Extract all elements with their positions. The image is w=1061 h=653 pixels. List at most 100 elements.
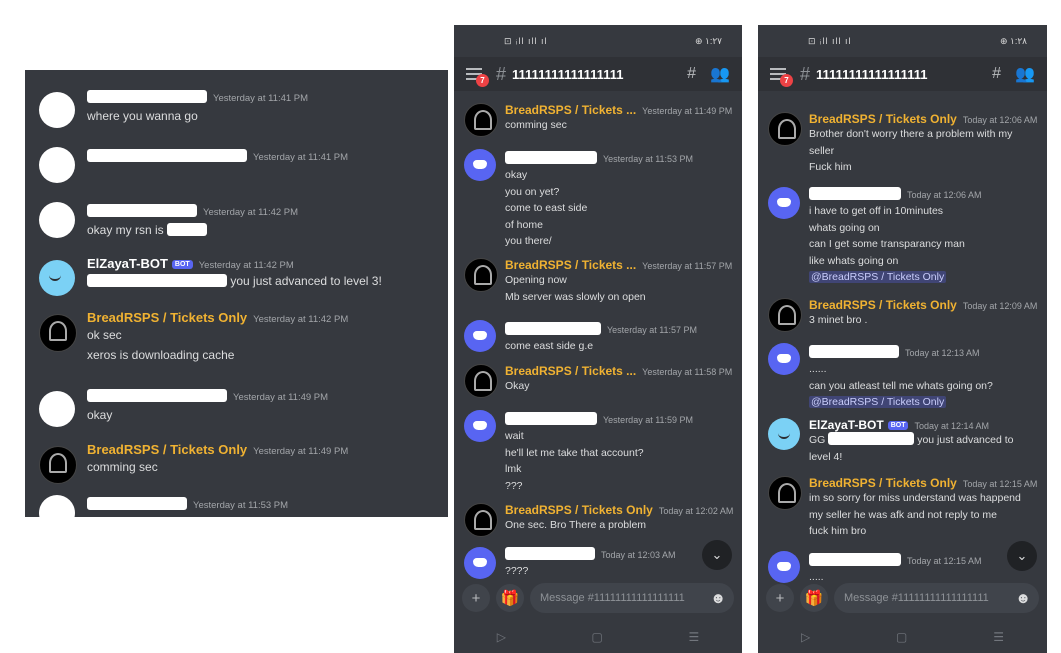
channel-name: 11111111111111111 (512, 66, 624, 82)
author-name[interactable]: ElZayaT-BOT (87, 256, 168, 271)
signal-indicators: ⊡ ᵢll ıll ıl (808, 35, 852, 46)
members-icon[interactable]: 👥 (710, 64, 730, 84)
timestamp: Yesterday at 11:53 PM (193, 500, 289, 511)
author-name[interactable]: BreadRSPS / Tickets Only (809, 112, 957, 126)
desktop-chat-panel: Yesterday at 11:41 PM where you wanna go… (25, 70, 448, 517)
message-composer: + 🎁 Message #11111111111111111 ☻ (454, 575, 742, 621)
message-text: lmk (505, 463, 522, 475)
clock: ⊕ ١:٢٨ (999, 35, 1027, 46)
message-text: you just advanced to level 3! (230, 274, 382, 288)
message-text: you there/ (505, 235, 552, 247)
home-icon[interactable]: ▢ (592, 630, 603, 644)
message-input[interactable]: Message #11111111111111111 ☻ (530, 583, 734, 613)
avatar-breadrsps (768, 476, 802, 510)
author-name[interactable]: BreadRSPS / Tickets ... (505, 364, 636, 378)
redacted-name (87, 204, 197, 217)
author-name[interactable]: BreadRSPS / Tickets Only (505, 503, 653, 517)
avatar-redacted (39, 202, 75, 238)
timestamp: Yesterday at 11:58 PM (642, 367, 733, 377)
plus-icon[interactable]: + (462, 584, 490, 612)
emoji-icon[interactable]: ☻ (710, 590, 726, 607)
author-name[interactable]: BreadRSPS / Tickets Only (809, 476, 957, 490)
redacted-name (505, 322, 601, 335)
timestamp: Yesterday at 11:59 PM (603, 415, 694, 425)
author-name[interactable]: BreadRSPS / Tickets Only (809, 298, 957, 312)
avatar-breadrsps (39, 314, 77, 352)
chevron-down-icon[interactable]: ⌄ (1007, 541, 1037, 571)
menu-icon[interactable]: 7 (466, 68, 489, 87)
members-icon[interactable]: 👥 (1015, 64, 1035, 84)
message-text: okay (87, 408, 113, 422)
timestamp: Yesterday at 11:49 PM (642, 106, 733, 116)
back-icon[interactable]: ▷ (497, 630, 506, 644)
message-text: Okay (505, 380, 530, 392)
message-text: can I get some transparancy man (809, 238, 965, 250)
message-text: comming sec (87, 460, 158, 474)
timestamp: Yesterday at 11:42 PM (253, 314, 349, 325)
message-text: level 4! (809, 450, 843, 463)
message-text: Brother don't worry there a problem with… (809, 128, 1013, 140)
avatar-breadrsps (39, 446, 77, 484)
redacted-name (809, 553, 901, 566)
author-name[interactable]: BreadRSPS / Tickets Only (87, 442, 247, 457)
avatar-bot (768, 418, 800, 450)
chevron-down-icon[interactable]: ⌄ (702, 540, 732, 570)
bot-badge: BOT (887, 421, 909, 430)
redacted-text (828, 432, 915, 445)
author-name[interactable]: ElZayaT-BOT (809, 418, 884, 432)
avatar-breadrsps (768, 112, 802, 146)
avatar-discord (464, 149, 496, 181)
message-text: Opening now (505, 274, 567, 286)
avatar-breadrsps (464, 103, 498, 137)
status-bar: ⊡ ᵢll ıll ıl ⊕ ١:٢٨ (758, 25, 1047, 57)
channel-name: 11111111111111111 (816, 66, 928, 82)
user-mention[interactable]: @BreadRSPS / Tickets Only (809, 396, 947, 408)
author-name[interactable]: BreadRSPS / Tickets Only (87, 310, 247, 325)
redacted-name (87, 90, 207, 103)
timestamp: Today at 12:06 AM (907, 190, 982, 200)
timestamp: Yesterday at 11:53 PM (603, 154, 694, 164)
avatar-redacted (39, 92, 75, 128)
message-text: ??? (505, 479, 523, 492)
message-text: okay (505, 169, 528, 181)
message-input[interactable]: Message #11111111111111111 ☻ (834, 583, 1039, 613)
avatar-breadrsps (768, 298, 802, 332)
recents-icon[interactable]: ☰ (688, 630, 699, 644)
gift-icon[interactable]: 🎁 (496, 584, 524, 612)
message-text: comming sec (505, 119, 567, 131)
message-text: Mb server was slowly on open (505, 290, 646, 303)
message-text: Fuck him (809, 161, 852, 173)
avatar-discord (768, 187, 800, 219)
hash-icon: # (496, 63, 507, 84)
plus-icon[interactable]: + (766, 584, 794, 612)
avatar-redacted (39, 495, 75, 517)
message-text: seller (809, 144, 835, 157)
gift-icon[interactable]: 🎁 (800, 584, 828, 612)
message-placeholder: Message #11111111111111111 (844, 592, 989, 604)
channel-header: 7 # 11111111111111111 # 👥 (454, 57, 742, 91)
timestamp: Today at 12:06 AM (962, 115, 1038, 125)
recents-icon[interactable]: ☰ (993, 630, 1004, 644)
home-icon[interactable]: ▢ (896, 630, 907, 644)
timestamp: Today at 12:03 AM (601, 550, 676, 560)
user-mention[interactable]: @BreadRSPS / Tickets Only (809, 271, 947, 283)
threads-icon[interactable]: # (992, 65, 1001, 83)
avatar-breadrsps (464, 503, 498, 537)
author-name[interactable]: BreadRSPS / Tickets ... (505, 258, 636, 272)
message-text: come to east side (505, 202, 588, 214)
menu-icon[interactable]: 7 (770, 68, 793, 87)
back-icon[interactable]: ▷ (801, 630, 810, 644)
redacted-name (87, 389, 227, 402)
redacted-name (809, 345, 899, 358)
timestamp: Yesterday at 11:41 PM (213, 93, 309, 104)
author-name[interactable]: BreadRSPS / Tickets ... (505, 103, 636, 117)
clock: ⊕ ١:٢٧ (694, 35, 722, 46)
message-text: ...... (809, 363, 827, 375)
redacted-name (809, 187, 901, 200)
threads-icon[interactable]: # (687, 65, 696, 83)
avatar-breadrsps (464, 258, 498, 292)
message-composer: + 🎁 Message #11111111111111111 ☻ (758, 575, 1047, 621)
message-text: you just advanced to (917, 434, 1014, 446)
emoji-icon[interactable]: ☻ (1015, 590, 1031, 607)
channel-header: 7 # 11111111111111111 # 👥 (758, 57, 1047, 91)
